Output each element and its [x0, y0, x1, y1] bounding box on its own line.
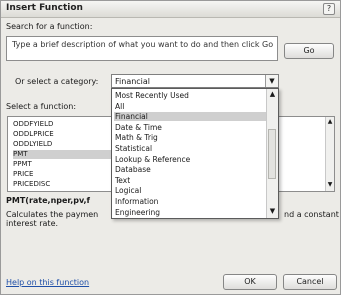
- category-option[interactable]: Date & Time: [114, 123, 267, 132]
- function-list-scrollbar[interactable]: ▲ ▼: [325, 117, 334, 191]
- scroll-down-icon[interactable]: ▼: [326, 181, 334, 188]
- go-button[interactable]: Go: [284, 43, 334, 59]
- category-option[interactable]: Information: [114, 197, 267, 206]
- dialog-title: Insert Function: [6, 3, 83, 13]
- category-option[interactable]: Statistical: [114, 144, 267, 153]
- function-list-item[interactable]: PMT: [13, 150, 124, 159]
- function-description-line2: interest rate.: [6, 219, 59, 228]
- search-input-text: Type a brief description of what you wan…: [12, 40, 274, 49]
- function-list-item[interactable]: ODDFYIELD: [13, 120, 53, 129]
- function-list-label: Select a function:: [6, 102, 77, 111]
- category-option[interactable]: Engineering: [114, 208, 267, 217]
- function-description-line1: Calculates the paymen: [6, 210, 99, 219]
- search-label: Search for a function:: [6, 22, 93, 31]
- ok-button[interactable]: OK: [223, 274, 277, 290]
- insert-function-dialog: Insert Function ? Search for a function:…: [0, 0, 341, 295]
- category-option[interactable]: Math & Trig: [114, 133, 267, 142]
- function-list-item[interactable]: PPMT: [13, 160, 32, 169]
- function-signature: PMT(rate,nper,pv,f: [6, 196, 91, 205]
- scroll-down-icon[interactable]: ▼: [267, 207, 278, 215]
- chevron-down-icon[interactable]: ▼: [265, 75, 278, 87]
- category-option[interactable]: Lookup & Reference: [114, 155, 267, 164]
- function-list-item[interactable]: PRICEDISC: [13, 180, 50, 189]
- category-option[interactable]: Logical: [114, 186, 267, 195]
- category-option[interactable]: Database: [114, 165, 267, 174]
- scroll-up-icon[interactable]: ▲: [267, 90, 278, 98]
- function-description-tail: nd a constant: [284, 210, 339, 219]
- category-option[interactable]: Financial: [114, 112, 267, 122]
- category-dropdown-scrollbar[interactable]: ▲ ▼: [266, 89, 278, 218]
- category-label: Or select a category:: [15, 77, 99, 86]
- title-bar[interactable]: Insert Function ?: [1, 1, 340, 18]
- function-list-item[interactable]: ODDLYIELD: [13, 140, 52, 149]
- search-input[interactable]: Type a brief description of what you wan…: [6, 36, 278, 61]
- category-select[interactable]: Financial ▼: [111, 74, 279, 88]
- category-option[interactable]: All: [114, 102, 267, 111]
- help-on-function-link[interactable]: Help on this function: [6, 278, 89, 287]
- scroll-up-icon[interactable]: ▲: [326, 118, 334, 125]
- category-option[interactable]: Text: [114, 176, 267, 185]
- category-option[interactable]: Most Recently Used: [114, 91, 267, 100]
- category-dropdown-list[interactable]: Most Recently Used All Financial Date & Tim…: [111, 88, 279, 219]
- category-select-value: Financial: [115, 77, 151, 86]
- scrollbar-thumb[interactable]: [268, 129, 276, 179]
- function-list-item[interactable]: ODDLPRICE: [13, 130, 54, 139]
- cancel-button[interactable]: Cancel: [283, 274, 337, 290]
- function-list-item[interactable]: PRICE: [13, 170, 33, 179]
- help-icon[interactable]: ?: [323, 3, 335, 15]
